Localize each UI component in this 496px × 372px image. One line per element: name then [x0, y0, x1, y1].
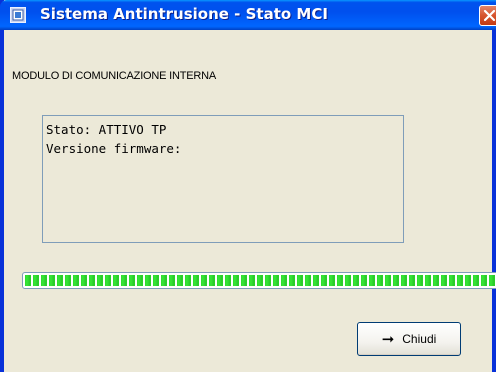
status-line: Stato: ATTIVO TP: [46, 122, 167, 137]
arrow-right-icon: ➞: [381, 329, 395, 348]
dialog-window: Sistema Antintrusione - Stato MCI MODULO…: [0, 0, 496, 372]
firmware-line: Versione firmware:: [46, 141, 182, 156]
progress-bar: [22, 272, 496, 289]
status-text-area: Stato: ATTIVO TP Versione firmware:: [42, 115, 404, 243]
title-bar[interactable]: Sistema Antintrusione - Stato MCI: [0, 0, 496, 30]
app-icon: [10, 7, 26, 23]
window-title: Sistema Antintrusione - Stato MCI: [40, 5, 328, 23]
close-button-label: Chiudi: [402, 332, 437, 346]
module-label: MODULO DI COMUNICAZIONE INTERNA: [12, 70, 217, 82]
close-button[interactable]: ➞ Chiudi: [357, 322, 461, 356]
progress-fill: [25, 275, 496, 286]
close-icon[interactable]: [479, 5, 496, 26]
